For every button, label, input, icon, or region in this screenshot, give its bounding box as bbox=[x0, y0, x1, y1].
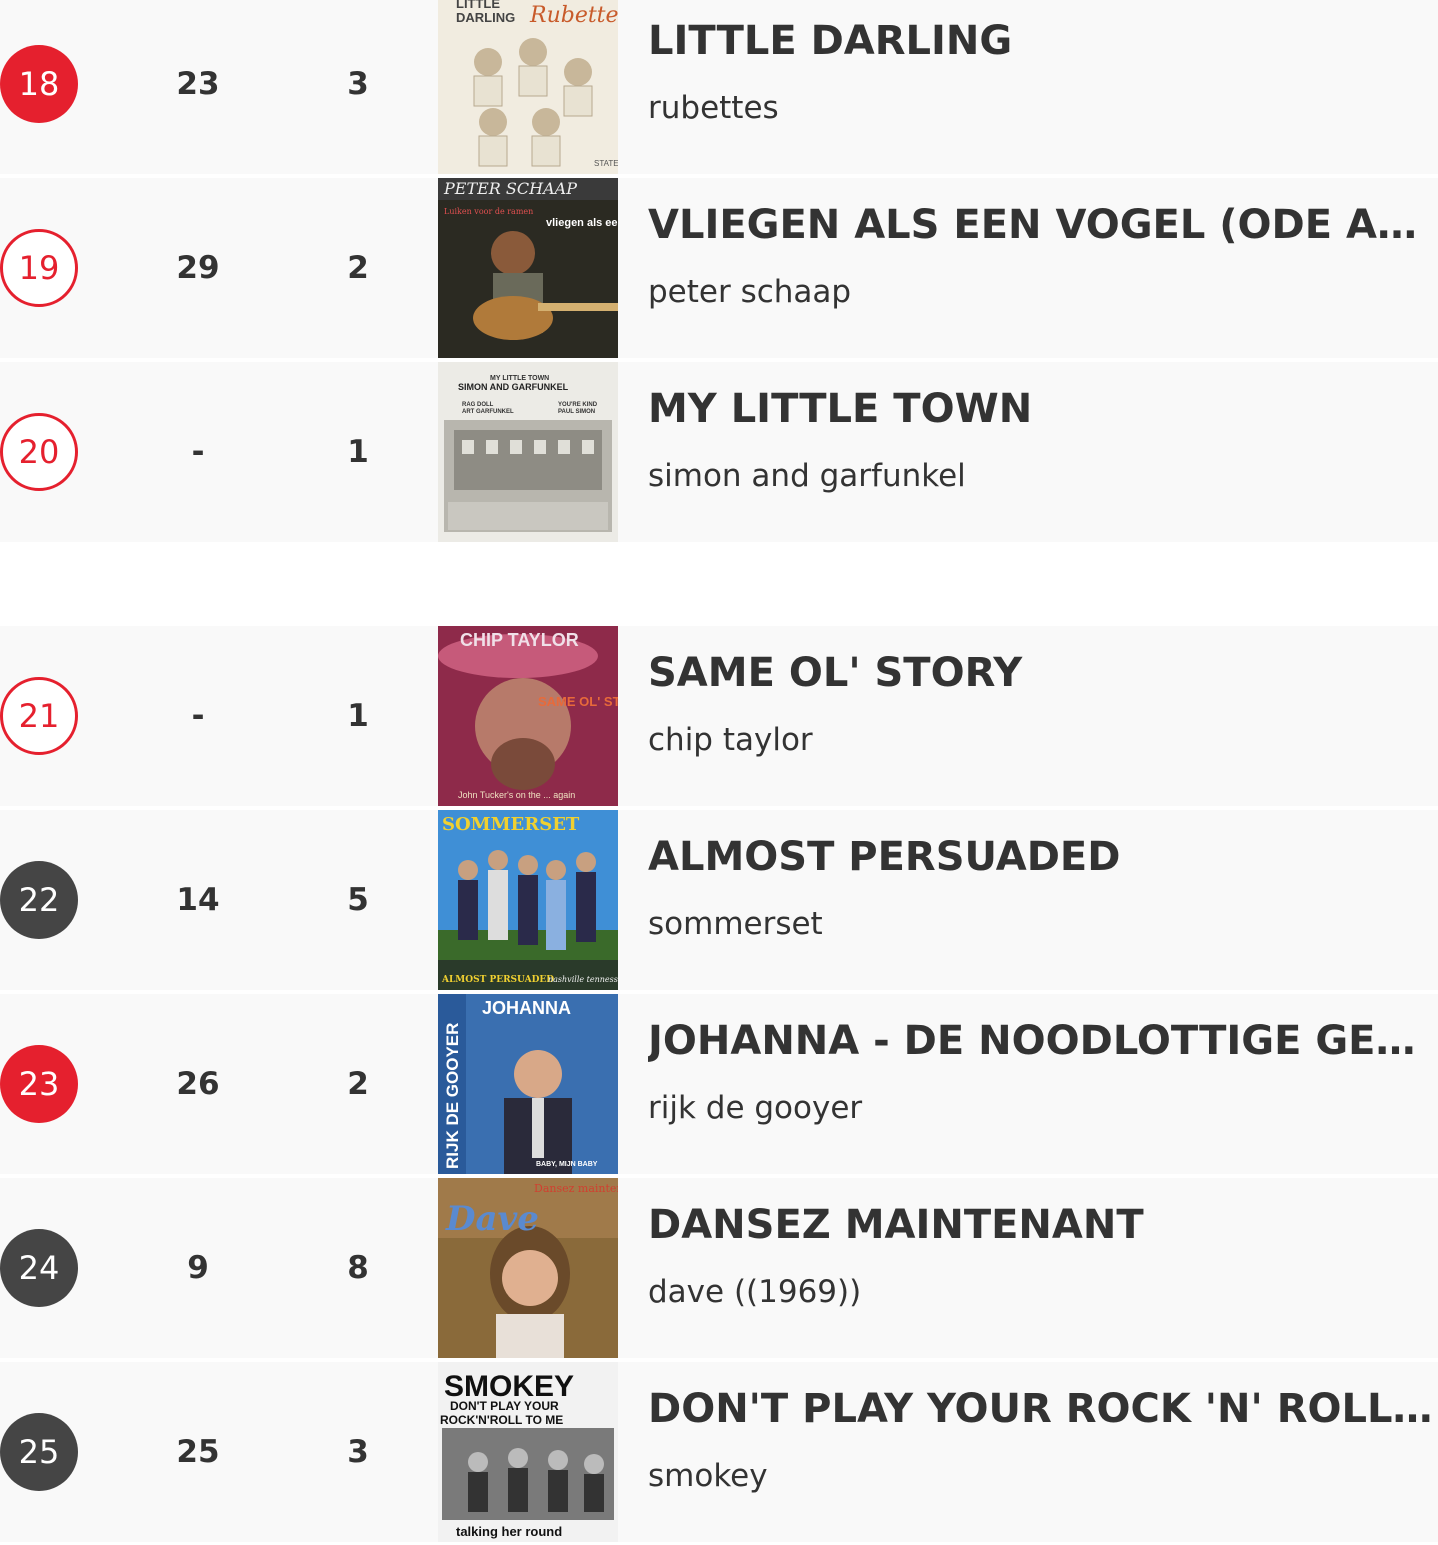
cover-text: YOU'RE KIND bbox=[558, 402, 598, 408]
album-cover[interactable]: CHIP TAYLOR SAME OL' STORY John Tucker's… bbox=[438, 626, 618, 806]
cover-text: SAME OL' STORY bbox=[538, 694, 618, 709]
previous-position: - bbox=[191, 698, 205, 734]
cover-text: ALMOST PERSUADED bbox=[441, 975, 554, 985]
chart-row[interactable]: 25 25 3 SMOKEY DON'T PLAY YOUR ROCK'N'RO… bbox=[0, 1362, 1438, 1542]
album-cover[interactable]: MY LITTLE TOWN SIMON AND GARFUNKEL RAG D… bbox=[438, 362, 618, 542]
cover-text: DON'T PLAY YOUR bbox=[450, 1399, 559, 1413]
song-artist[interactable]: rubettes bbox=[648, 90, 1428, 126]
cover-text: BABY, MIJN BABY bbox=[536, 1161, 598, 1168]
song-title[interactable]: DON'T PLAY YOUR ROCK 'N' ROLL TO ... bbox=[648, 1386, 1438, 1432]
cover-text: CHIP TAYLOR bbox=[460, 630, 579, 650]
weeks-in-chart: 8 bbox=[347, 1250, 369, 1286]
chart-row[interactable]: 21 - 1 CHIP TAYLOR SAME OL' STORY John T… bbox=[0, 626, 1438, 806]
cover-text: Dave bbox=[445, 1199, 539, 1239]
song-artist[interactable]: smokey bbox=[648, 1458, 1428, 1494]
album-cover[interactable]: SOMMERSET ALMOST PERSUADED nashville ten… bbox=[438, 810, 618, 990]
chart-row[interactable]: 20 - 1 MY LITTLE TOWN SIMON AND GARFUNKE… bbox=[0, 362, 1438, 542]
position-badge: 25 bbox=[0, 1413, 78, 1491]
position-badge: 22 bbox=[0, 861, 78, 939]
cover-text: DARLING bbox=[456, 10, 515, 25]
weeks-in-chart: 2 bbox=[347, 1066, 369, 1102]
song-title[interactable]: SAME OL' STORY bbox=[648, 650, 1438, 696]
song-title[interactable]: ALMOST PERSUADED bbox=[648, 834, 1438, 880]
previous-position: 29 bbox=[176, 250, 220, 286]
position-badge: 19 bbox=[0, 229, 78, 307]
cover-text: RIJK DE GOOYER bbox=[443, 1023, 462, 1169]
song-artist[interactable]: dave ((1969)) bbox=[648, 1274, 1428, 1310]
album-cover[interactable]: LITTLE DARLING Rubettes STATE bbox=[438, 0, 618, 174]
weeks-in-chart: 3 bbox=[347, 66, 369, 102]
album-cover[interactable]: JOHANNA RIJK DE GOOYER BABY, MIJN BABY bbox=[438, 994, 618, 1174]
cover-text: MY LITTLE TOWN bbox=[490, 375, 549, 382]
cover-text: Dansez maintenant bbox=[534, 1182, 618, 1195]
previous-position: 23 bbox=[176, 66, 220, 102]
weeks-in-chart: 5 bbox=[347, 882, 369, 918]
cover-text: nashville tennessee bbox=[548, 975, 618, 984]
weeks-in-chart: 3 bbox=[347, 1434, 369, 1470]
cover-text: SIMON AND GARFUNKEL bbox=[458, 382, 569, 392]
previous-position: 26 bbox=[176, 1066, 220, 1102]
previous-position: 9 bbox=[187, 1250, 209, 1286]
position-badge: 18 bbox=[0, 45, 78, 123]
cover-text: PETER SCHAAP bbox=[443, 179, 577, 198]
chart-row[interactable]: 23 26 2 JOHANNA RIJK DE GOOYER BABY, MIJ… bbox=[0, 994, 1438, 1174]
album-cover[interactable]: Dave Dansez maintenant bbox=[438, 1178, 618, 1358]
position-badge: 21 bbox=[0, 677, 78, 755]
song-title[interactable]: VLIEGEN ALS EEN VOGEL (ODE AAN EE... bbox=[648, 202, 1438, 248]
cover-text: vliegen als een vogel bbox=[546, 217, 618, 229]
previous-position: - bbox=[191, 434, 205, 470]
song-artist[interactable]: sommerset bbox=[648, 906, 1428, 942]
song-artist[interactable]: rijk de gooyer bbox=[648, 1090, 1428, 1126]
song-artist[interactable]: peter schaap bbox=[648, 274, 1428, 310]
cover-text: PAUL SIMON bbox=[558, 409, 595, 415]
song-artist[interactable]: chip taylor bbox=[648, 722, 1428, 758]
cover-text: RAG DOLL bbox=[462, 402, 494, 408]
cover-text: STATE bbox=[594, 159, 618, 168]
weeks-in-chart: 1 bbox=[347, 434, 369, 470]
cover-text: talking her round bbox=[456, 1524, 562, 1539]
song-title[interactable]: DANSEZ MAINTENANT bbox=[648, 1202, 1438, 1248]
position-badge: 20 bbox=[0, 413, 78, 491]
position-badge: 23 bbox=[0, 1045, 78, 1123]
chart-row[interactable]: 24 9 8 Dave Dansez maintenant DANSEZ MAI… bbox=[0, 1178, 1438, 1358]
cover-text: Luiken voor de ramen bbox=[444, 207, 533, 216]
cover-text: JOHANNA bbox=[482, 998, 571, 1018]
weeks-in-chart: 1 bbox=[347, 698, 369, 734]
chart-row[interactable]: 19 29 2 PETER SCHAAP Luiken voor de rame… bbox=[0, 178, 1438, 358]
album-cover[interactable]: PETER SCHAAP Luiken voor de ramen vliege… bbox=[438, 178, 618, 358]
weeks-in-chart: 2 bbox=[347, 250, 369, 286]
song-title[interactable]: LITTLE DARLING bbox=[648, 18, 1438, 64]
previous-position: 14 bbox=[176, 882, 220, 918]
chart-row[interactable]: 18 23 3 LITTLE DARLING Rubettes STATE LI… bbox=[0, 0, 1438, 174]
album-cover[interactable]: SMOKEY DON'T PLAY YOUR ROCK'N'ROLL TO ME… bbox=[438, 1362, 618, 1542]
cover-text: ART GARFUNKEL bbox=[462, 409, 514, 415]
song-artist[interactable]: simon and garfunkel bbox=[648, 458, 1428, 494]
previous-position: 25 bbox=[176, 1434, 220, 1470]
song-title[interactable]: MY LITTLE TOWN bbox=[648, 386, 1438, 432]
cover-text: Rubettes bbox=[529, 3, 618, 28]
position-badge: 24 bbox=[0, 1229, 78, 1307]
cover-text: ROCK'N'ROLL TO ME bbox=[440, 1413, 563, 1427]
song-title[interactable]: JOHANNA - DE NOODLOTTIGE GESCHI... bbox=[648, 1018, 1438, 1064]
cover-text: John Tucker's on the ... again bbox=[458, 790, 575, 800]
cover-text: SOMMERSET bbox=[442, 814, 580, 835]
chart-row[interactable]: 22 14 5 SOMMERSET ALMOST PERSUADED nashv… bbox=[0, 810, 1438, 990]
